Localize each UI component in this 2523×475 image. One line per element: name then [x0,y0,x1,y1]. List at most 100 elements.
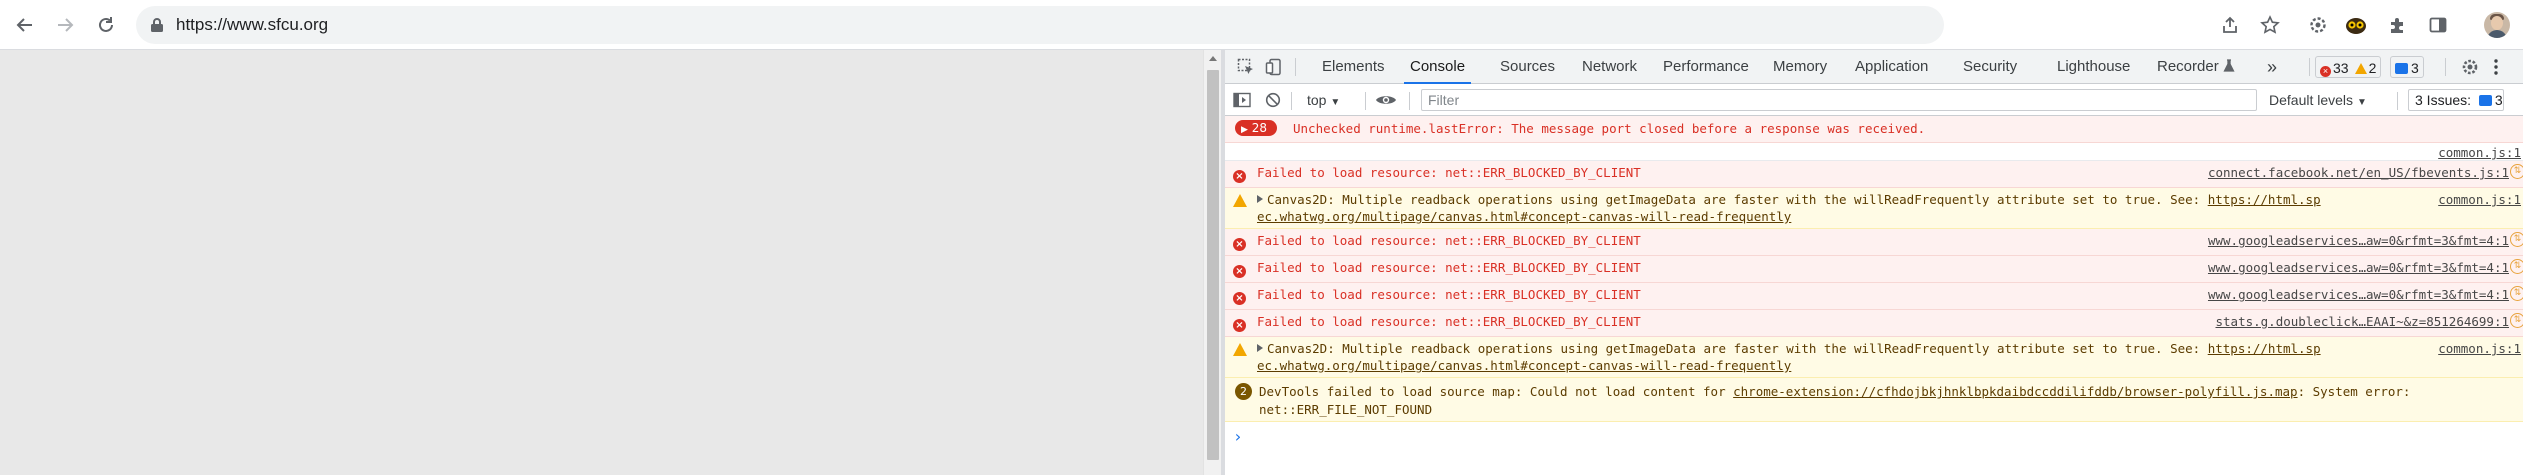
spec-link-continued[interactable]: ec.whatwg.org/multipage/canvas.html#conc… [1257,209,1791,224]
warning-count-icon [2354,63,2367,74]
tab-memory[interactable]: Memory [1773,50,1827,84]
console-message-error[interactable]: × Failed to load resource: net::ERR_BLOC… [1225,256,2523,283]
source-map-link[interactable]: chrome-extension://cfhdojbkjhnklbpkdaibd… [1733,384,2297,399]
address-bar[interactable]: https://www.sfcu.org [136,6,1944,44]
console-message-text: Failed to load resource: net::ERR_BLOCKE… [1257,260,1641,275]
device-toolbar-icon[interactable] [1265,50,1283,84]
forward-icon[interactable] [52,12,78,38]
log-levels-value: Default levels [2269,92,2354,108]
tab-performance[interactable]: Performance [1663,50,1749,84]
log-levels-dropdown[interactable]: Default levels ▼ [2269,84,2367,116]
warning-icon [1233,194,1247,210]
browser-toolbar: https://www.sfcu.org [0,0,2523,50]
console-message-text: Failed to load resource: net::ERR_BLOCKE… [1257,233,1641,248]
console-message-text: Canvas2D: Multiple readback operations u… [1257,192,2321,207]
spec-link[interactable]: https://html.sp [2208,192,2321,207]
console-filter-input[interactable]: Filter [1421,89,2257,111]
console-message-text: Failed to load resource: net::ERR_BLOCKE… [1257,287,1641,302]
tab-recorder[interactable]: Recorder [2157,50,2235,84]
console-message-text: Failed to load resource: net::ERR_BLOCKE… [1257,314,1641,329]
console-message-warning-group[interactable]: 2 DevTools failed to load source map: Co… [1225,378,2523,422]
dropdown-caret-icon: ▼ [2356,97,2367,108]
network-request-icon[interactable]: ⇅ [2510,232,2523,247]
source-link[interactable]: www.googleadservices…aw=0&rfmt=3&fmt=4:1 [2208,233,2509,248]
spec-link-continued[interactable]: ec.whatwg.org/multipage/canvas.html#conc… [1257,358,1791,373]
issues-button[interactable]: 3 Issues: 3 [2408,89,2504,111]
tab-elements[interactable]: Elements [1322,50,1385,84]
lock-icon[interactable] [150,17,164,38]
console-prompt[interactable]: › [1225,422,2523,452]
console-message-warning[interactable]: Canvas2D: Multiple readback operations u… [1225,337,2523,378]
network-request-icon[interactable]: ⇅ [2510,164,2523,179]
source-link[interactable]: common.js:1 [2438,145,2521,160]
tab-lighthouse[interactable]: Lighthouse [2057,50,2130,84]
console-messages: ▶ 28 Unchecked runtime.lastError: The me… [1225,116,2523,475]
network-request-icon[interactable]: ⇅ [2510,259,2523,274]
scrollbar-thumb[interactable] [1207,70,1219,460]
devtools-tabbar: Elements Console Sources Network Perform… [1225,50,2523,84]
devtools-panel: Elements Console Sources Network Perform… [1225,50,2523,475]
expand-triangle-icon: ▶ [1241,125,1248,135]
console-message-text: Canvas2D: Multiple readback operations u… [1257,341,2321,356]
extensions-puzzle-icon[interactable] [2386,13,2410,37]
console-sidebar-toggle-icon[interactable] [1233,84,1251,116]
source-link[interactable]: common.js:1 [2438,341,2521,356]
spec-link[interactable]: https://html.sp [2208,341,2321,356]
warning-count: 2 [2368,60,2377,76]
bookmark-star-icon[interactable] [2258,13,2282,37]
network-request-icon[interactable]: ⇅ [2510,313,2523,328]
error-icon: × [1233,167,1246,183]
network-request-icon[interactable]: ⇅ [2510,286,2523,301]
devtools-settings-gear-icon[interactable] [2461,50,2479,84]
owl-extension-icon[interactable] [2344,13,2368,37]
console-message-error[interactable]: × Failed to load resource: net::ERR_BLOC… [1225,283,2523,310]
tab-network[interactable]: Network [1582,50,1637,84]
message-icon [2395,63,2408,74]
source-link[interactable]: stats.g.doubleclick…EAAI~&z=851264699:1 [2216,314,2510,329]
console-message-error[interactable]: × Failed to load resource: net::ERR_BLOC… [1225,310,2523,337]
back-icon[interactable] [12,12,38,38]
warning-icon [1233,343,1247,359]
console-filterbar: top ▼ Filter Default levels ▼ 3 Issues: … [1225,84,2523,116]
dropdown-caret-icon: ▼ [1330,97,1341,108]
console-message-error[interactable]: × Failed to load resource: net::ERR_BLOC… [1225,161,2523,188]
error-icon: × [1233,235,1246,251]
repeat-count: 28 [1251,121,1268,135]
page-scrollbar[interactable] [1203,50,1221,475]
live-expression-eye-icon[interactable] [1375,84,1397,116]
console-message-error[interactable]: × Failed to load resource: net::ERR_BLOC… [1225,229,2523,256]
url-text: https://www.sfcu.org [176,15,329,34]
devtools-more-menu-icon[interactable] [2493,50,2499,84]
expand-caret-icon[interactable] [1257,344,1263,352]
expand-caret-icon[interactable] [1257,195,1263,203]
context-selector[interactable]: top ▼ [1307,84,1340,116]
messages-count-button[interactable]: 3 [2390,56,2424,78]
flask-icon [2223,59,2235,72]
share-icon[interactable] [2218,13,2242,37]
clear-console-icon[interactable] [1265,84,1281,116]
inspect-element-icon[interactable] [1237,50,1255,84]
console-message-text: DevTools failed to load source map: Coul… [1259,384,2411,399]
source-link[interactable]: www.googleadservices…aw=0&rfmt=3&fmt=4:1 [2208,260,2509,275]
error-icon: × [1233,289,1246,305]
tab-application[interactable]: Application [1855,50,1928,84]
tab-security[interactable]: Security [1963,50,2017,84]
reload-icon[interactable] [93,12,119,38]
console-message-text: Failed to load resource: net::ERR_BLOCKE… [1257,165,1641,180]
issues-message-icon [2478,95,2492,106]
scroll-up-arrow-icon[interactable] [1209,56,1217,61]
console-counts-button[interactable]: × 33 2 [2315,56,2382,78]
tab-console[interactable]: Console [1403,50,1472,84]
console-message-warning[interactable]: Canvas2D: Multiple readback operations u… [1225,188,2523,229]
side-panel-icon[interactable] [2426,13,2450,37]
source-link[interactable]: common.js:1 [2438,192,2521,207]
settings-extension-icon[interactable] [2306,13,2330,37]
profile-avatar[interactable] [2484,12,2510,38]
tab-sources[interactable]: Sources [1500,50,1555,84]
more-tabs-chevron-icon[interactable]: » [2267,50,2277,84]
prompt-chevron-icon: › [1233,427,1243,446]
console-message-error-group[interactable]: ▶ 28 Unchecked runtime.lastError: The me… [1225,116,2523,143]
error-icon: × [1233,316,1246,332]
source-link[interactable]: www.googleadservices…aw=0&rfmt=3&fmt=4:1 [2208,287,2509,302]
source-link[interactable]: connect.facebook.net/en_US/fbevents.js:1 [2208,165,2509,180]
